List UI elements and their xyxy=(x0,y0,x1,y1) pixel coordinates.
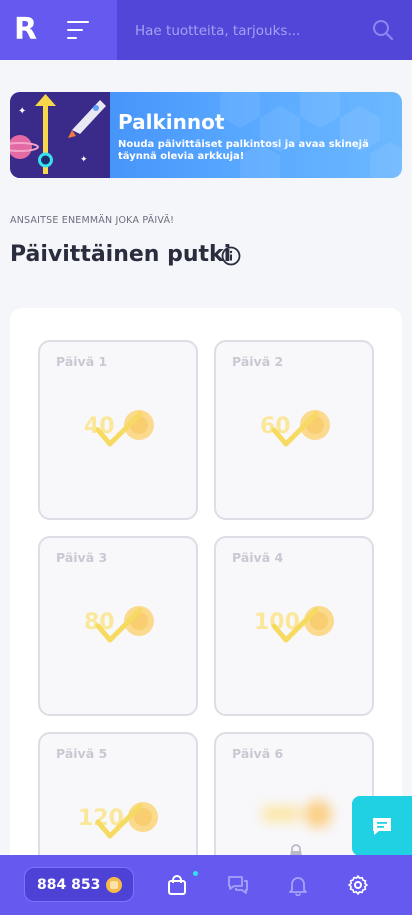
search-bar xyxy=(117,0,412,60)
bottom-nav: 884 853 xyxy=(0,855,412,915)
logo-area: R xyxy=(0,0,117,60)
svg-text:✦: ✦ xyxy=(80,155,88,165)
coin-icon xyxy=(106,876,123,893)
checkmark-icon xyxy=(95,411,143,447)
checkmark-icon xyxy=(271,607,319,643)
day-card[interactable]: Päivä 1 40 xyxy=(38,340,198,520)
bell-icon[interactable] xyxy=(287,874,309,896)
day-label: Päivä 3 xyxy=(56,550,108,565)
svg-text:✦: ✦ xyxy=(18,106,26,117)
brand-logo[interactable]: R xyxy=(14,15,40,45)
checkmark-icon xyxy=(95,607,143,643)
info-icon[interactable] xyxy=(221,246,241,266)
chat-support-button[interactable] xyxy=(352,796,412,856)
day-card[interactable]: Päivä 4 100 xyxy=(214,536,374,716)
balance-value: 884 853 xyxy=(37,876,101,893)
day-reward: 60 xyxy=(216,410,372,450)
banner-title: Palkinnot xyxy=(118,110,225,134)
day-label: Päivä 1 xyxy=(56,354,108,369)
day-reward: 100 xyxy=(216,606,372,646)
day-card[interactable]: Päivä 2 60 xyxy=(214,340,374,520)
day-label: Päivä 5 xyxy=(56,746,108,761)
checkmark-icon xyxy=(271,411,319,447)
day-card[interactable]: Päivä 3 80 xyxy=(38,536,198,716)
rocket-illustration: ✦ ✦ xyxy=(10,92,110,178)
day-reward: 40 xyxy=(40,410,196,450)
notification-dot xyxy=(193,871,198,876)
gear-icon[interactable] xyxy=(347,874,369,896)
section-eyebrow: ANSAITSE ENEMMÄN JOKA PÄIVÄ! xyxy=(10,215,175,226)
chat-icon xyxy=(373,818,391,835)
hidden-reward xyxy=(262,800,332,828)
top-header: R xyxy=(0,0,412,60)
banner-subtitle: Nouda päivittäiset palkintosi ja avaa sk… xyxy=(118,139,369,162)
search-input[interactable] xyxy=(135,20,365,42)
search-icon[interactable] xyxy=(372,19,394,41)
day-label: Päivä 2 xyxy=(232,354,284,369)
rewards-banner[interactable]: ✦ ✦ Palkinnot Nouda päivittäiset palkint… xyxy=(10,92,402,178)
day-reward: 120 xyxy=(40,802,196,842)
checkmark-icon xyxy=(95,803,143,839)
chat-bubbles-icon[interactable] xyxy=(227,874,249,896)
page-title: Päivittäinen putki xyxy=(10,242,232,267)
balance-button[interactable]: 884 853 xyxy=(24,867,134,902)
day-label: Päivä 6 xyxy=(232,746,284,761)
day-label: Päivä 4 xyxy=(232,550,284,565)
menu-icon[interactable] xyxy=(67,21,89,39)
daily-streak-card: Päivä 1 40 Päivä 2 60 Päivä 3 80 Päivä 4… xyxy=(10,308,402,912)
day-reward: 80 xyxy=(40,606,196,646)
shopping-bag-icon[interactable] xyxy=(166,874,188,896)
